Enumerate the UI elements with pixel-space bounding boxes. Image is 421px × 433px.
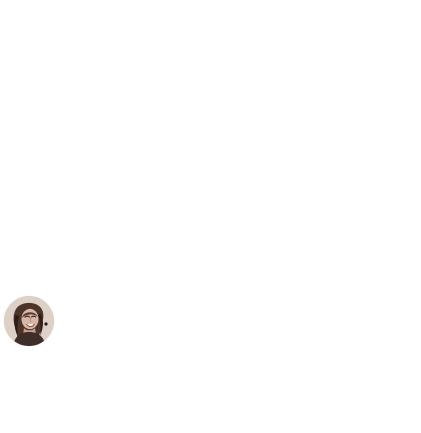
avatar[interactable] — [4, 296, 54, 346]
page — [0, 0, 421, 433]
avatar-photo-icon — [4, 296, 54, 346]
